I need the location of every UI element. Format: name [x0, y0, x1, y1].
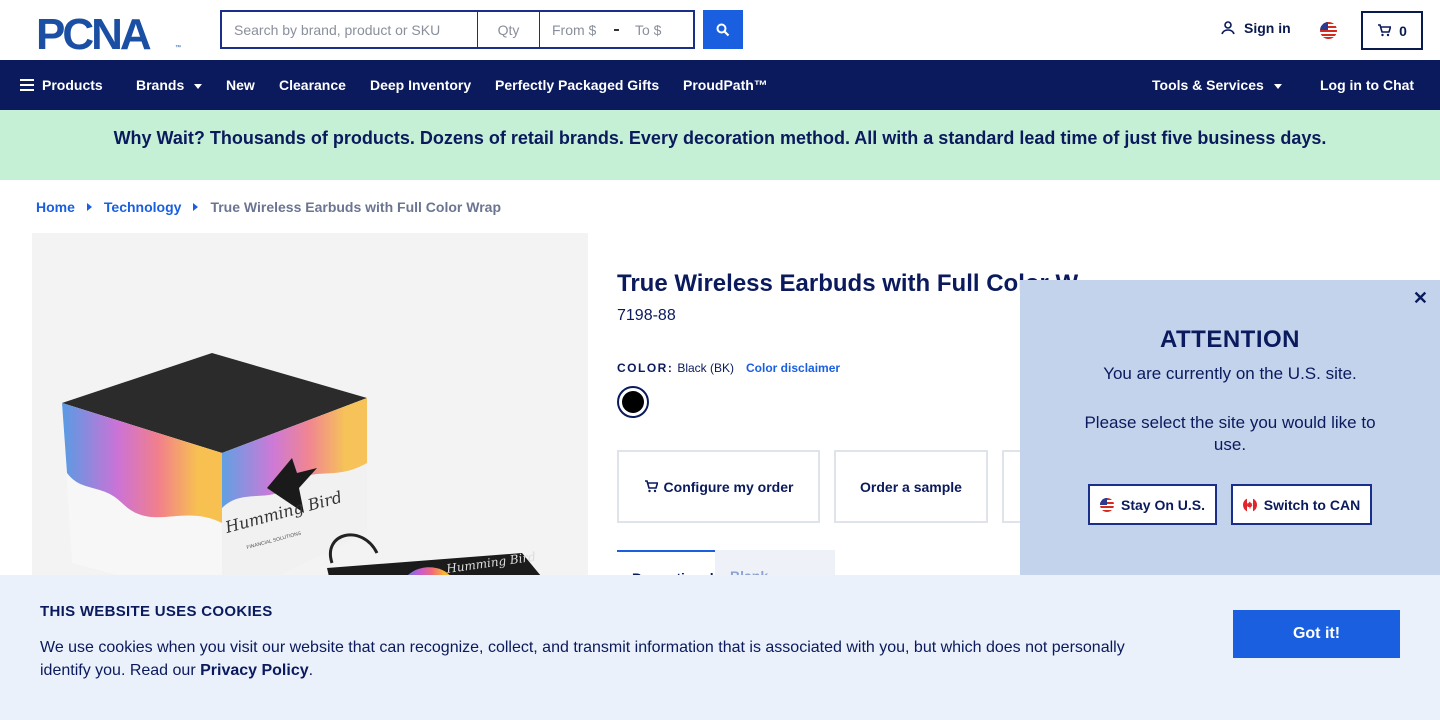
breadcrumb-home[interactable]: Home — [36, 199, 75, 215]
configure-order-label: Configure my order — [663, 478, 794, 495]
breadcrumb-category[interactable]: Technology — [104, 199, 182, 215]
nav-tools-services[interactable]: Tools & Services — [1152, 77, 1282, 93]
price-range — [540, 10, 695, 49]
caret-down-icon — [1273, 83, 1282, 89]
switch-can-label: Switch to CAN — [1263, 496, 1361, 513]
color-disclaimer-link[interactable]: Color disclaimer — [746, 361, 840, 375]
nav-clearance[interactable]: Clearance — [279, 77, 346, 93]
cart-button[interactable]: 0 — [1361, 11, 1423, 50]
sign-in-link[interactable]: Sign in — [1220, 20, 1291, 36]
search-group — [220, 10, 695, 49]
nav-tools-label: Tools & Services — [1152, 77, 1264, 93]
privacy-policy-link[interactable]: Privacy Policy — [200, 662, 309, 679]
switch-can-button[interactable]: Switch to CAN — [1231, 484, 1372, 525]
color-row: COLOR: Black (BK) Color disclaimer — [617, 361, 840, 375]
caret-down-icon — [194, 83, 203, 89]
popup-title: ATTENTION — [1159, 326, 1301, 353]
svg-text:™: ™ — [175, 44, 181, 51]
caret-right-icon — [86, 203, 92, 211]
top-bar: PCNA ™ Sign in 0 — [0, 0, 1440, 60]
price-to-input[interactable] — [623, 13, 693, 46]
got-it-button[interactable]: Got it! — [1233, 610, 1400, 658]
nav-packaged-gifts[interactable]: Perfectly Packaged Gifts — [495, 77, 659, 93]
svg-text:PCNA: PCNA — [36, 12, 151, 52]
stay-us-label: Stay On U.S. — [1120, 496, 1206, 513]
sign-in-label: Sign in — [1244, 20, 1291, 36]
close-icon[interactable]: ✕ — [1413, 288, 1428, 309]
qty-input[interactable] — [478, 10, 540, 49]
configure-order-button[interactable]: Configure my order — [617, 450, 820, 523]
user-icon — [1221, 21, 1235, 35]
pcna-logo[interactable]: PCNA ™ — [36, 12, 186, 52]
color-label: COLOR: — [617, 361, 674, 375]
nav-products-label: Products — [42, 77, 103, 93]
nav-products[interactable]: Products — [20, 77, 103, 93]
breadcrumb: Home Technology True Wireless Earbuds wi… — [36, 199, 501, 215]
stay-us-button[interactable]: Stay On U.S. — [1088, 484, 1217, 525]
cookie-banner: THIS WEBSITE USES COOKIES We use cookies… — [0, 575, 1440, 720]
hamburger-icon — [20, 79, 34, 91]
product-sku: 7198-88 — [617, 307, 676, 324]
search-input[interactable] — [220, 10, 478, 49]
nav-brands-label: Brands — [136, 77, 185, 93]
nav-login-chat[interactable]: Log in to Chat — [1320, 77, 1414, 93]
nav-brands[interactable]: Brands — [136, 77, 203, 93]
nav-new[interactable]: New — [226, 77, 255, 93]
us-flag-icon[interactable] — [1320, 22, 1337, 39]
caret-right-icon — [193, 203, 199, 211]
cart-count: 0 — [1399, 22, 1407, 39]
promo-banner: Why Wait? Thousands of products. Dozens … — [0, 110, 1440, 180]
order-sample-label: Order a sample — [860, 478, 962, 495]
swatch-fill — [622, 391, 644, 413]
order-sample-button[interactable]: Order a sample — [834, 450, 988, 523]
nav-proudpath[interactable]: ProudPath™ — [683, 77, 768, 93]
product-title: True Wireless Earbuds with Full Color W — [617, 270, 1079, 297]
search-button[interactable] — [703, 10, 743, 49]
cookie-end: . — [308, 662, 314, 679]
color-value: Black (BK) — [677, 361, 735, 375]
main-nav: Products Brands New Clearance Deep Inven… — [0, 60, 1440, 110]
site-select-popup: ✕ ATTENTION You are currently on the U.S… — [1020, 280, 1440, 575]
popup-line-2: Please select the site you would like to… — [1084, 413, 1376, 454]
cookie-title: THIS WEBSITE USES COOKIES — [40, 603, 273, 620]
cart-icon — [644, 480, 658, 493]
popup-line-1: You are currently on the U.S. site. — [1103, 364, 1357, 383]
cart-icon — [1378, 24, 1392, 37]
us-flag-icon — [1099, 497, 1114, 512]
banner-text: Why Wait? Thousands of products. Dozens … — [113, 127, 1327, 148]
search-icon — [716, 23, 730, 36]
cookie-text: We use cookies when you visit our websit… — [40, 636, 1160, 682]
price-from-input[interactable] — [540, 13, 610, 46]
canada-flag-icon — [1242, 497, 1257, 512]
nav-deep-inventory[interactable]: Deep Inventory — [370, 77, 471, 93]
color-swatch-black[interactable] — [617, 386, 649, 418]
price-dash — [614, 28, 619, 31]
breadcrumb-current: True Wireless Earbuds with Full Color Wr… — [210, 199, 501, 215]
